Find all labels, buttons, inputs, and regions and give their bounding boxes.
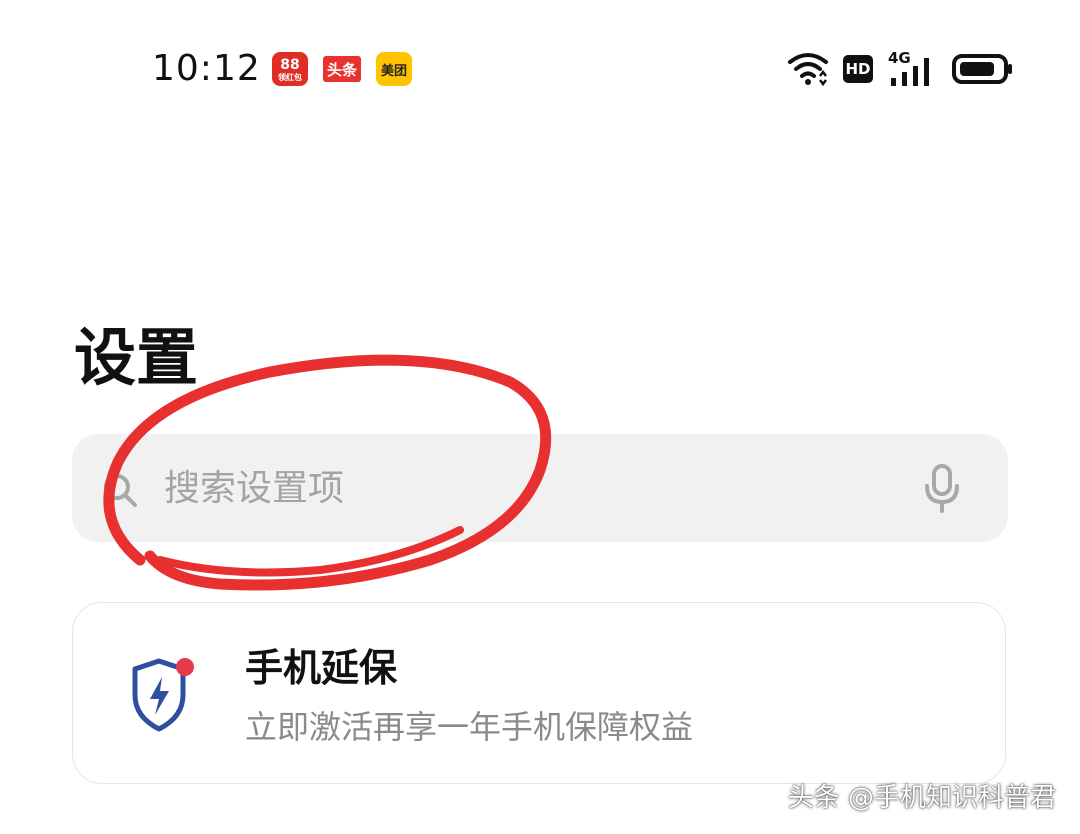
wifi-icon — [788, 53, 828, 87]
search-input[interactable] — [164, 456, 884, 520]
card-title: 手机延保 — [245, 646, 398, 690]
meituan-app-icon: 美团 — [376, 52, 412, 86]
microphone-icon[interactable] — [922, 464, 962, 514]
search-icon — [104, 474, 137, 507]
extended-warranty-card[interactable]: 手机延保 立即激活再享一年手机保障权益 — [72, 602, 1006, 784]
watermark: 头条 @手机知识科普君 — [787, 783, 1056, 813]
pinduoduo-app-label: 领红包 — [278, 72, 302, 82]
shield-lightning-icon — [132, 658, 194, 732]
pinduoduo-logo-icon: 88 — [280, 56, 300, 73]
signal-4g-icon: 4G — [888, 49, 929, 86]
notification-badge — [176, 658, 194, 676]
search-bar[interactable] — [72, 434, 1008, 542]
toutiao-app-icon: 头条 — [323, 56, 361, 82]
status-time: 10:12 — [152, 48, 261, 89]
pinduoduo-app-icon: 88 领红包 — [272, 52, 308, 86]
settings-screen: 10:12 88 领红包 头条 美团 HD 4G 设置 搜索设置项 手机延保 立… — [0, 0, 1080, 834]
page-title: 设置 — [74, 321, 199, 394]
network-type-label: 4G — [888, 49, 911, 67]
battery-icon — [952, 54, 1012, 84]
hd-icon: HD — [843, 55, 873, 83]
card-subtitle: 立即激活再享一年手机保障权益 — [245, 708, 694, 746]
